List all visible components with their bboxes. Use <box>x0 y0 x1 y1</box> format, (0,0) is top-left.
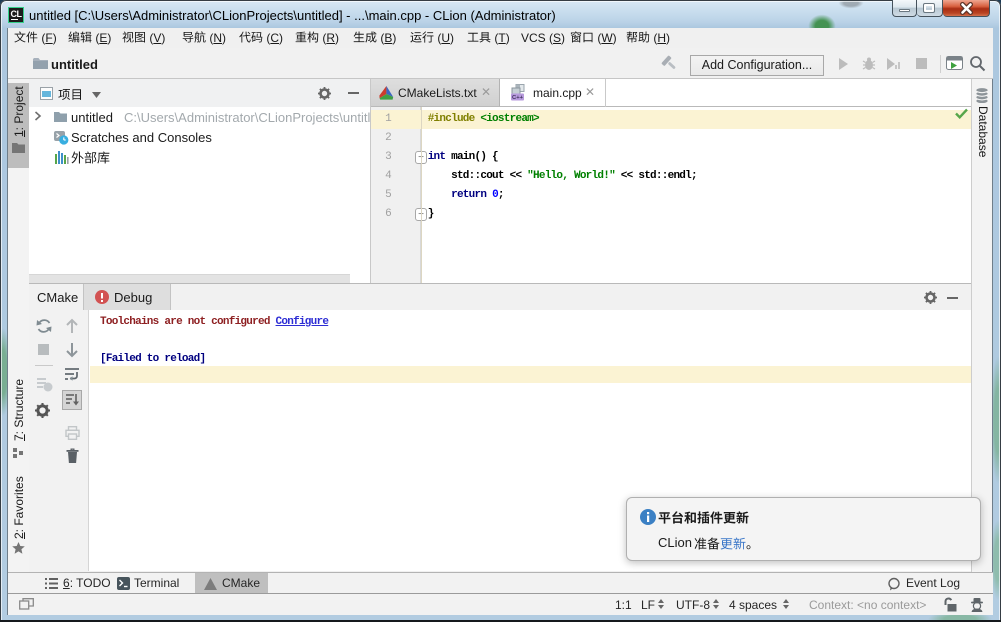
svg-text:C++: C++ <box>512 95 524 101</box>
